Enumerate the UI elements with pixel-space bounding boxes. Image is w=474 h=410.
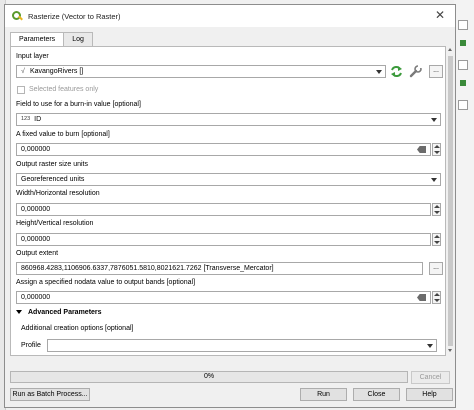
input-layer-label: Input layer	[16, 53, 49, 60]
cancel-button[interactable]: Cancel	[411, 371, 450, 384]
run-button[interactable]: Run	[300, 388, 347, 401]
profile-combo[interactable]	[47, 339, 437, 352]
advanced-parameters-toggle[interactable]: Advanced Parameters	[16, 307, 102, 319]
units-combo[interactable]: Georeferenced units	[16, 173, 441, 186]
parameters-panel: Input layer √ KavangoRivers [] ... Selec…	[10, 46, 446, 356]
extent-value: 860968.4283,1106906.6337,7876051.5810,80…	[21, 265, 274, 272]
chevron-down-icon	[431, 118, 437, 122]
progress-text: 0%	[203, 373, 215, 380]
nodata-label: Assign a specified nodata value to outpu…	[16, 279, 196, 286]
line-layer-icon: √	[21, 68, 25, 75]
window-title: Rasterize (Vector to Raster)	[28, 11, 121, 21]
width-label: Width/Horizontal resolution	[16, 190, 100, 197]
height-value: 0,000000	[21, 236, 51, 243]
chevron-down-icon	[376, 70, 382, 74]
close-button[interactable]: Close	[353, 388, 400, 401]
units-value: Georeferenced units	[21, 176, 85, 183]
profile-label: Profile	[21, 342, 41, 349]
nodata-value: 0,000000	[21, 294, 51, 301]
fixed-value-label: A fixed value to burn [optional]	[16, 131, 110, 138]
nodata-spinner[interactable]	[432, 291, 441, 304]
integer-field-icon: 123	[21, 116, 31, 122]
input-layer-browse-button[interactable]: ...	[429, 65, 443, 78]
layer-symbol-icon	[460, 80, 466, 86]
input-layer-value: KavangoRivers []	[29, 68, 84, 75]
height-input[interactable]: 0,000000	[16, 233, 431, 246]
height-spinner[interactable]	[432, 233, 441, 246]
fixed-value-spinner[interactable]	[432, 143, 441, 156]
tab-log[interactable]: Log	[63, 32, 93, 46]
progress-bar: 0%	[10, 371, 408, 383]
width-spinner[interactable]	[432, 203, 441, 216]
scroll-down-icon[interactable]	[448, 349, 452, 352]
nodata-input[interactable]: 0,000000	[16, 291, 431, 304]
layer-symbol-icon	[460, 40, 466, 46]
extent-browse-button[interactable]: ...	[429, 262, 443, 275]
background-layer-panel	[454, 0, 474, 410]
iterate-icon[interactable]	[390, 65, 403, 78]
extent-label: Output extent	[16, 250, 59, 257]
fixed-value-text: 0,000000	[21, 146, 51, 153]
help-button[interactable]: Help	[406, 388, 453, 401]
clear-icon[interactable]	[417, 294, 426, 301]
title-bar: Rasterize (Vector to Raster) ✕	[5, 5, 455, 27]
width-value: 0,000000	[21, 206, 51, 213]
panel-scrollbar[interactable]	[447, 46, 454, 356]
chevron-down-icon	[427, 344, 433, 348]
scroll-up-icon[interactable]	[448, 48, 452, 51]
clear-icon[interactable]	[417, 146, 426, 153]
input-layer-combo[interactable]: √ KavangoRivers []	[16, 65, 386, 78]
units-label: Output raster size units	[16, 161, 88, 168]
tab-parameters[interactable]: Parameters	[10, 32, 65, 47]
height-label: Height/Vertical resolution	[16, 220, 94, 227]
selected-features-checkbox[interactable]	[17, 86, 25, 94]
extent-input[interactable]: 860968.4283,1106906.6337,7876051.5810,80…	[16, 262, 423, 275]
qgis-icon	[12, 10, 23, 22]
burn-field-combo[interactable]: 123 ID	[16, 113, 441, 126]
chevron-down-icon	[431, 178, 437, 182]
width-input[interactable]: 0,000000	[16, 203, 431, 216]
advanced-parameters-label: Advanced Parameters	[28, 309, 102, 316]
burn-field-label: Field to use for a burn-in value [option…	[16, 101, 141, 108]
tab-bar: Parameters Log	[10, 32, 93, 47]
scroll-thumb[interactable]	[448, 56, 453, 346]
layer-checkbox[interactable]	[458, 60, 468, 70]
layer-checkbox[interactable]	[458, 100, 468, 110]
fixed-value-input[interactable]: 0,000000	[16, 143, 431, 156]
close-window-icon[interactable]: ✕	[427, 5, 453, 25]
creation-options-label: Additional creation options [optional]	[21, 325, 134, 332]
chevron-down-icon	[16, 310, 22, 315]
run-batch-button[interactable]: Run as Batch Process...	[10, 388, 90, 401]
burn-field-value: ID	[34, 116, 42, 123]
wrench-icon[interactable]	[409, 65, 422, 78]
selected-features-label: Selected features only	[29, 86, 99, 93]
layer-checkbox[interactable]	[458, 20, 468, 30]
